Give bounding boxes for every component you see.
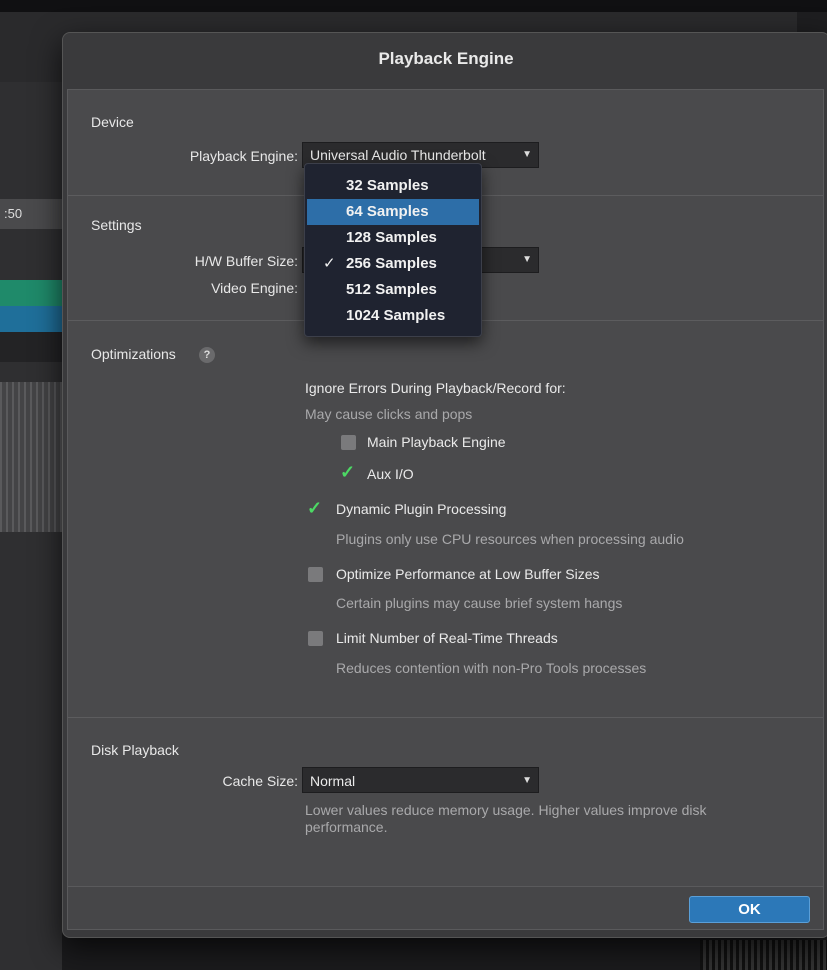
menu-item-label: 512 Samples <box>346 281 437 298</box>
dialog-titlebar: Playback Engine <box>63 33 827 85</box>
checkmark-icon: ✓ <box>340 462 356 482</box>
app-edit-window-background: :50 <box>0 82 62 970</box>
cache-size-value: Normal <box>310 773 356 789</box>
menu-item-label: 128 Samples <box>346 229 437 246</box>
timecode-readout: :50 <box>0 199 62 229</box>
section-device: Device <box>91 114 134 130</box>
menu-item-label: 256 Samples <box>346 255 437 272</box>
track-row <box>0 332 62 362</box>
cache-size-label: Cache Size: <box>222 773 298 789</box>
playback-engine-value: Universal Audio Thunderbolt <box>310 147 486 163</box>
dynamic-plugin-processing-desc: Plugins only use CPU resources when proc… <box>336 531 684 547</box>
checkmark-icon: ✓ <box>307 498 323 518</box>
cache-size-desc-line2: performance. <box>305 819 388 835</box>
main-playback-engine-label: Main Playback Engine <box>367 434 506 450</box>
section-optimizations: Optimizations <box>91 346 176 362</box>
ok-button[interactable]: OK <box>689 896 810 923</box>
menu-item-128-samples[interactable]: 128 Samples <box>307 225 479 251</box>
track-clip-green <box>0 280 62 306</box>
cache-size-dropdown[interactable]: Normal ▼ <box>302 767 539 793</box>
divider <box>68 717 823 718</box>
limit-threads-checkbox[interactable] <box>308 631 323 646</box>
optimize-low-buffer-label: Optimize Performance at Low Buffer Sizes <box>336 566 600 582</box>
app-bottom-strip <box>700 940 827 970</box>
ignore-errors-heading: Ignore Errors During Playback/Record for… <box>305 380 566 396</box>
aux-io-label: Aux I/O <box>367 466 414 482</box>
menu-item-512-samples[interactable]: 512 Samples <box>307 277 479 303</box>
menu-item-32-samples[interactable]: 32 Samples <box>307 173 479 199</box>
track-waveform-area <box>0 382 62 532</box>
dynamic-plugin-processing-label: Dynamic Plugin Processing <box>336 501 507 517</box>
limit-threads-label: Limit Number of Real-Time Threads <box>336 630 558 646</box>
menu-item-label: 1024 Samples <box>346 307 446 324</box>
main-playback-engine-checkbox[interactable] <box>341 435 356 450</box>
ignore-errors-subtext: May cause clicks and pops <box>305 406 473 422</box>
chevron-down-icon: ▼ <box>522 149 532 160</box>
optimize-low-buffer-desc: Certain plugins may cause brief system h… <box>336 595 623 611</box>
buffer-size-menu: 32 Samples 64 Samples 128 Samples ✓ 256 … <box>304 163 482 337</box>
help-icon[interactable]: ? <box>199 347 215 363</box>
menu-item-64-samples[interactable]: 64 Samples <box>307 199 479 225</box>
dialog-title: Playback Engine <box>378 49 514 68</box>
chevron-down-icon: ▼ <box>522 775 532 786</box>
menu-item-label: 64 Samples <box>346 203 429 220</box>
checkmark-icon: ✓ <box>323 255 336 272</box>
limit-threads-desc: Reduces contention with non-Pro Tools pr… <box>336 660 647 676</box>
section-settings: Settings <box>91 217 142 233</box>
track-clip-blue <box>0 306 62 332</box>
buffer-size-label: H/W Buffer Size: <box>194 253 298 269</box>
section-disk-playback: Disk Playback <box>91 742 179 758</box>
cache-size-desc-line1: Lower values reduce memory usage. Higher… <box>305 802 707 818</box>
playback-engine-label: Playback Engine: <box>189 148 298 164</box>
optimize-low-buffer-checkbox[interactable] <box>308 567 323 582</box>
video-engine-label: Video Engine: <box>211 280 298 296</box>
chevron-down-icon: ▼ <box>522 254 532 265</box>
app-top-edge <box>0 0 827 12</box>
menu-item-1024-samples[interactable]: 1024 Samples <box>307 303 479 329</box>
menu-item-label: 32 Samples <box>346 177 429 194</box>
menu-item-256-samples[interactable]: ✓ 256 Samples <box>307 251 479 277</box>
